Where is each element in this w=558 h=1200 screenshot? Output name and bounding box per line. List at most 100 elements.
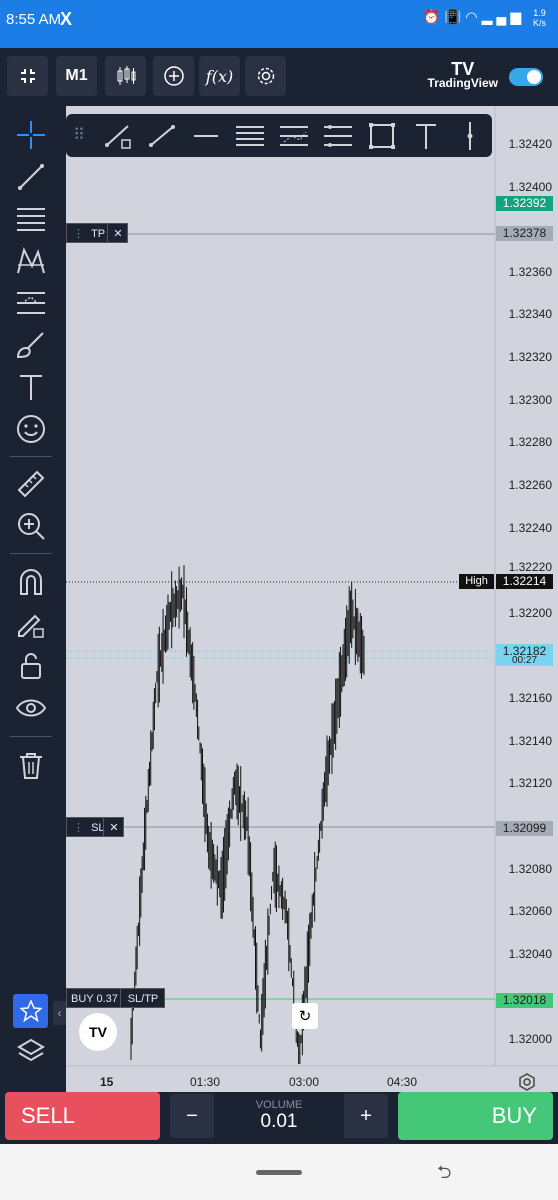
fullscreen-exit-button[interactable]	[7, 56, 48, 96]
gear-icon	[257, 67, 274, 85]
price-chart[interactable]	[66, 106, 558, 1092]
reset-chart-icon[interactable]: ↻	[292, 1003, 318, 1029]
forecast-tool[interactable]	[15, 287, 47, 319]
crosshair-tool[interactable]	[15, 119, 47, 151]
text-icon	[20, 375, 42, 400]
volume-value: 0.01	[260, 1111, 298, 1132]
vertical-line-icon	[467, 122, 473, 150]
price-axis-label: 1.32200	[508, 605, 552, 620]
tp-price-badge: 1.32378	[496, 226, 553, 241]
signal-icon: ▂▄▆	[481, 8, 526, 25]
settings-button[interactable]	[245, 56, 286, 96]
drag-handle-icon[interactable]: ⋮	[67, 228, 84, 240]
buy-position-label: BUY 0.37	[71, 993, 118, 1005]
vline-tool[interactable]	[454, 120, 486, 152]
unlock-icon	[21, 653, 41, 679]
star-icon	[19, 1000, 42, 1022]
home-gesture-bar[interactable]	[256, 1170, 302, 1175]
price-axis-label: 1.32040	[508, 946, 552, 961]
ruler-icon	[17, 470, 45, 498]
trendline-tool[interactable]	[15, 161, 47, 193]
pattern-tool[interactable]	[15, 245, 47, 277]
chart-type-button[interactable]	[105, 56, 146, 96]
volume-decrease-button[interactable]: −	[170, 1094, 214, 1138]
vibrate-icon: 📳	[443, 8, 466, 25]
price-axis-label: 1.32340	[508, 307, 552, 322]
compare-button[interactable]	[153, 56, 194, 96]
buy-button[interactable]: BUY	[398, 1092, 553, 1140]
lock-drawing-tool[interactable]	[15, 608, 47, 640]
current-price-badge: 1.32392	[496, 196, 553, 211]
layers-tool[interactable]	[15, 1036, 47, 1068]
line-tool[interactable]	[146, 120, 178, 152]
hide-tool[interactable]	[15, 692, 47, 724]
zoom-tool[interactable]	[15, 510, 47, 542]
status-bar: 8:55 AM X ⏰📳◠▂▄▆ 1.9 K/s	[0, 0, 558, 48]
volume-increase-button[interactable]: +	[344, 1094, 388, 1138]
ray-tool[interactable]	[102, 120, 134, 152]
buy-position-tag[interactable]: BUY 0.37 SL/TP	[66, 988, 165, 1008]
indicators-button[interactable]: f(x)	[199, 56, 240, 96]
chart-canvas[interactable]	[66, 106, 558, 1092]
price-axis-label: 1.32400	[508, 179, 552, 194]
sl-close-icon[interactable]: ✕	[103, 818, 124, 836]
price-axis-label: 1.32160	[508, 691, 552, 706]
tp-order-tag[interactable]: ⋮ TP ✕	[66, 223, 128, 243]
time-label: 03:00	[289, 1075, 320, 1089]
magnet-icon	[20, 569, 42, 595]
eye-icon	[15, 699, 47, 717]
sidebar-divider	[10, 736, 52, 737]
sltp-button[interactable]: SL/TP	[120, 989, 165, 1007]
lock-all-tool[interactable]	[15, 650, 47, 682]
brush-tool[interactable]	[15, 329, 47, 361]
drag-handle-icon[interactable]: ⠿	[70, 120, 88, 152]
fib-tool[interactable]	[15, 203, 47, 235]
price-axis-label: 1.32080	[508, 861, 552, 876]
system-nav-bar: ⮌	[0, 1144, 558, 1200]
tp-label: TP	[91, 228, 106, 240]
high-label: High	[459, 574, 494, 589]
back-icon[interactable]: ⮌	[437, 1160, 451, 1190]
tradingview-logo-icon[interactable]: TV	[79, 1013, 117, 1051]
candles-icon	[117, 66, 135, 85]
channel-tool[interactable]	[234, 120, 266, 152]
price-label-partial: 1.32220	[508, 560, 552, 574]
volume-stepper: − VOLUME 0.01 +	[170, 1094, 388, 1138]
text-tool[interactable]	[15, 371, 47, 403]
delete-tool[interactable]	[15, 750, 47, 782]
price-axis-label: 1.32300	[508, 392, 552, 407]
fib-icon	[280, 126, 308, 146]
favorites-button[interactable]	[13, 994, 48, 1028]
forecast-icon	[17, 292, 45, 314]
rectangle-tool[interactable]	[366, 120, 398, 152]
timeframe-button[interactable]: M1	[56, 56, 97, 96]
time-label: 15	[100, 1075, 114, 1089]
drawing-toolbar: ⠿	[66, 114, 492, 157]
sl-order-tag[interactable]: ⋮ SL ✕	[66, 817, 124, 837]
volume-field[interactable]: VOLUME 0.01	[214, 1094, 344, 1138]
high-price-badge: 1.32214	[496, 574, 553, 589]
pattern-icon	[17, 247, 45, 274]
drawing-sidebar: ‹	[0, 106, 66, 1092]
hline-tool[interactable]	[190, 120, 222, 152]
magnet-tool[interactable]	[15, 566, 47, 598]
price-axis-label: 1.32360	[508, 264, 552, 279]
emoji-tool[interactable]	[15, 413, 47, 445]
drag-handle-icon[interactable]: ⋮	[67, 822, 84, 834]
measure-tool[interactable]	[15, 468, 47, 500]
text-tool[interactable]	[410, 120, 442, 152]
bar-countdown: 00:27	[496, 656, 553, 666]
forecast-lines-tool[interactable]	[322, 120, 354, 152]
fib-retracement-tool[interactable]	[278, 120, 310, 152]
collapse-favorites-button[interactable]: ‹	[53, 1001, 66, 1025]
theme-toggle[interactable]	[509, 68, 543, 86]
price-axis-label: 1.32120	[508, 776, 552, 791]
smiley-icon	[17, 415, 45, 443]
sell-button[interactable]: SELL	[5, 1092, 160, 1140]
plus-circle-icon	[163, 66, 184, 86]
buy-price-badge: 1.32018	[496, 993, 553, 1008]
forecast-icon	[324, 125, 352, 147]
alarm-icon: ⏰	[422, 8, 444, 25]
sidebar-divider	[10, 553, 52, 554]
tp-close-icon[interactable]: ✕	[107, 224, 128, 242]
